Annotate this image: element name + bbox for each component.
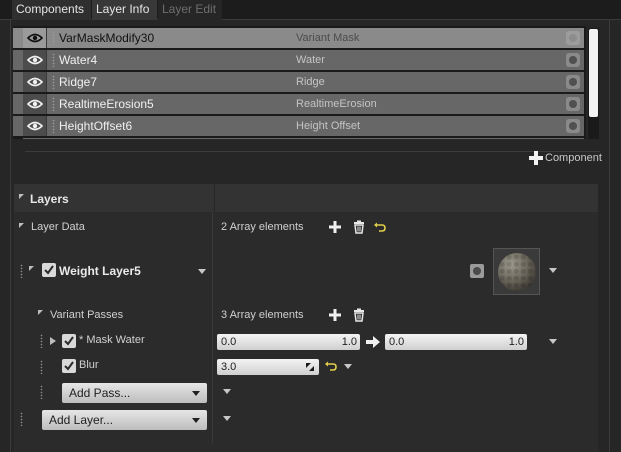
variant-passes-label: Variant Passes <box>50 309 124 321</box>
partial-row <box>23 138 584 139</box>
collapse-arrow-icon[interactable] <box>19 194 24 199</box>
layer-drag-handle-icon[interactable] <box>20 264 23 278</box>
plus-icon <box>529 151 543 165</box>
layer-material-thumbnail[interactable] <box>493 248 540 295</box>
component-row-water4[interactable]: Water4 Water <box>13 50 584 70</box>
add-pass-extra-dropdown-icon[interactable] <box>223 389 231 394</box>
component-type: RealtimeErosion <box>296 98 377 110</box>
range-a-min: 0.0 <box>221 336 237 348</box>
slider-resize-icon <box>306 363 314 371</box>
panel-border-right <box>609 20 610 452</box>
layer-data-label: Layer Data <box>31 221 85 233</box>
component-type: Water <box>296 54 325 66</box>
component-row-varmaskmodify30[interactable]: VarMaskModify30 Variant Mask <box>13 28 584 48</box>
visibility-eye-icon[interactable] <box>23 28 47 48</box>
tab-layer-info[interactable]: Layer Info <box>92 0 157 20</box>
component-name: Water4 <box>59 53 98 67</box>
component-row-realtimeerosion5[interactable]: RealtimeErosion5 RealtimeErosion <box>13 94 584 114</box>
pass-drag-handle-icon[interactable] <box>40 360 43 374</box>
add-pass-element-icon[interactable] <box>328 308 342 322</box>
layers-header[interactable]: Layers <box>14 184 598 212</box>
add-layer-dropdown[interactable]: Add Layer... <box>42 410 207 430</box>
delete-all-icon[interactable] <box>352 220 366 234</box>
weight-layer-dropdown-icon[interactable] <box>198 269 206 274</box>
component-list: VarMaskModify30 Variant Mask Water4 Wate… <box>13 26 586 139</box>
mask-water-enabled-checkbox[interactable] <box>62 334 76 348</box>
component-name: RealtimeErosion5 <box>59 97 154 111</box>
layer-data-count: 2 Array elements <box>221 221 304 233</box>
weight-layer-enabled-checkbox[interactable] <box>42 263 56 277</box>
layer-status-icon[interactable] <box>470 264 484 278</box>
mask-water-range-input-b[interactable]: 0.0 1.0 <box>385 334 527 350</box>
drag-handle-icon[interactable] <box>52 31 55 45</box>
blur-value: 3.0 <box>221 361 237 373</box>
add-element-icon[interactable] <box>328 220 342 234</box>
component-status-icon[interactable] <box>566 97 580 111</box>
blur-label: Blur <box>79 359 99 371</box>
drag-handle-icon[interactable] <box>52 119 55 133</box>
weight-layer-name: Weight Layer5 <box>59 264 141 278</box>
component-type: Variant Mask <box>296 32 360 44</box>
component-list-scrollbar[interactable] <box>588 28 599 139</box>
layer-data-expand-icon[interactable] <box>19 223 24 228</box>
divider <box>25 151 600 152</box>
column-separator <box>214 184 215 212</box>
component-status-icon[interactable] <box>566 119 580 133</box>
component-name: HeightOffset6 <box>59 119 133 133</box>
component-name: Ridge7 <box>59 75 98 89</box>
variant-passes-count: 3 Array elements <box>221 309 304 321</box>
thumbnail-dropdown-icon[interactable] <box>549 268 557 273</box>
column-splitter[interactable] <box>212 213 213 443</box>
panel-border-left <box>10 20 11 452</box>
mask-water-label: * Mask Water <box>79 334 145 346</box>
layers-title: Layers <box>30 192 69 206</box>
delete-passes-icon[interactable] <box>352 308 366 322</box>
component-status-icon[interactable] <box>566 75 580 89</box>
blur-dropdown-icon[interactable] <box>344 364 352 369</box>
drag-handle-icon[interactable] <box>52 97 55 111</box>
chevron-down-icon <box>192 391 200 396</box>
add-layer-label: Add Layer... <box>49 413 114 427</box>
component-status-icon[interactable] <box>566 53 580 67</box>
pass-drag-handle-icon[interactable] <box>40 334 43 348</box>
visibility-eye-icon[interactable] <box>23 50 47 70</box>
component-status-icon[interactable] <box>566 31 580 45</box>
blur-reset-icon[interactable] <box>324 360 338 374</box>
add-pass-label: Add Pass... <box>69 386 131 400</box>
tab-components[interactable]: Components <box>12 0 91 20</box>
tab-bar: Components Layer Info Layer Edit <box>0 0 621 20</box>
material-sphere-icon <box>498 253 536 291</box>
add-pass-dropdown[interactable]: Add Pass... <box>62 383 207 403</box>
component-row-ridge7[interactable]: Ridge7 Ridge <box>13 72 584 92</box>
add-pass-handle-icon <box>40 385 43 399</box>
mask-water-expand-icon[interactable] <box>50 337 56 345</box>
visibility-eye-icon[interactable] <box>23 72 47 92</box>
mask-water-dropdown-icon[interactable] <box>549 339 557 344</box>
drag-handle-icon[interactable] <box>52 75 55 89</box>
component-type: Height Offset <box>296 120 360 132</box>
reset-to-default-icon[interactable] <box>373 221 387 235</box>
drag-handle-icon[interactable] <box>52 53 55 67</box>
visibility-eye-icon[interactable] <box>23 116 47 136</box>
arrow-right-icon <box>366 336 380 348</box>
chevron-down-icon <box>192 418 200 423</box>
add-component-label: Component <box>545 152 602 164</box>
range-a-max: 1.0 <box>341 336 357 348</box>
add-layer-extra-dropdown-icon[interactable] <box>223 416 231 421</box>
tab-layer-edit[interactable]: Layer Edit <box>158 0 222 20</box>
component-name: VarMaskModify30 <box>59 31 155 45</box>
blur-enabled-checkbox[interactable] <box>62 359 76 373</box>
mask-water-range-input-a[interactable]: 0.0 1.0 <box>217 334 360 350</box>
weight-layer-expand-icon[interactable] <box>29 266 34 271</box>
add-layer-handle-icon <box>20 412 23 426</box>
blur-value-input[interactable]: 3.0 <box>217 359 319 375</box>
variant-passes-expand-icon[interactable] <box>38 310 43 315</box>
scrollbar-thumb[interactable] <box>589 29 598 117</box>
visibility-eye-icon[interactable] <box>23 94 47 114</box>
range-b-max: 1.0 <box>508 336 524 348</box>
range-b-min: 0.0 <box>389 336 405 348</box>
component-row-heightoffset6[interactable]: HeightOffset6 Height Offset <box>13 116 584 136</box>
component-type: Ridge <box>296 76 325 88</box>
